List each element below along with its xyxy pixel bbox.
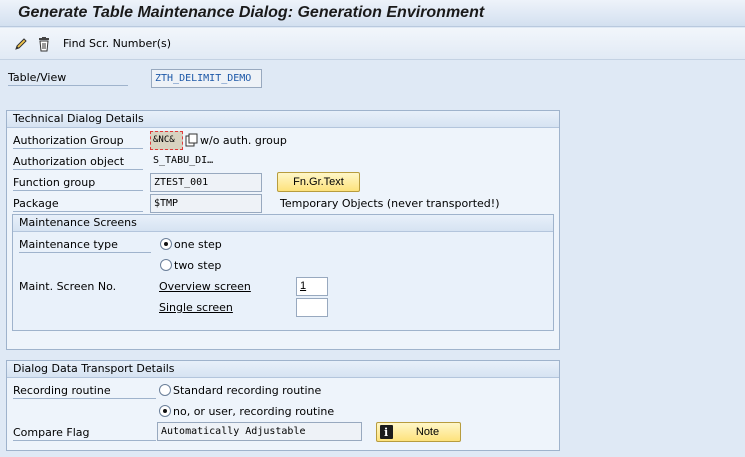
overview-screen-field[interactable]: 1 bbox=[296, 277, 328, 296]
table-view-field[interactable]: ZTH_DELIMIT_DEMO bbox=[151, 69, 262, 88]
function-group-text-button[interactable]: Fn.Gr.Text bbox=[277, 172, 360, 192]
info-icon: i bbox=[380, 425, 393, 439]
maintenance-screens-header: Maintenance Screens bbox=[13, 215, 553, 232]
compare-flag-field[interactable]: Automatically Adjustable bbox=[157, 422, 362, 441]
application-toolbar: Find Scr. Number(s) bbox=[0, 28, 745, 60]
window-title: Generate Table Maintenance Dialog: Gener… bbox=[18, 4, 485, 21]
recording-routine-label: Recording routine bbox=[13, 384, 156, 399]
title-bar: Generate Table Maintenance Dialog: Gener… bbox=[0, 0, 745, 27]
package-field[interactable]: $TMP bbox=[150, 194, 262, 213]
standard-recording-label[interactable]: Standard recording routine bbox=[173, 384, 321, 397]
user-recording-label[interactable]: no, or user, recording routine bbox=[173, 405, 334, 418]
authorization-group-description: w/o auth. group bbox=[200, 134, 287, 147]
authorization-group-label: Authorization Group bbox=[13, 134, 143, 149]
single-screen-field[interactable] bbox=[296, 298, 328, 317]
authorization-object-value: S_TABU_DI… bbox=[153, 155, 214, 166]
transport-details-header: Dialog Data Transport Details bbox=[7, 361, 559, 378]
svg-text:i: i bbox=[384, 426, 388, 439]
function-group-label: Function group bbox=[13, 176, 143, 191]
note-button-label: Note bbox=[415, 426, 440, 438]
copy-icon[interactable] bbox=[185, 133, 198, 147]
maintenance-screens-group: Maintenance Screens bbox=[12, 214, 554, 331]
maint-screen-no-label: Maint. Screen No. bbox=[19, 280, 117, 293]
find-screen-numbers-button[interactable]: Find Scr. Number(s) bbox=[63, 37, 171, 50]
table-view-label: Table/View bbox=[8, 71, 128, 86]
two-step-label[interactable]: two step bbox=[174, 259, 221, 272]
trash-icon[interactable] bbox=[36, 36, 52, 52]
authorization-object-label: Authorization object bbox=[13, 155, 143, 170]
function-group-field[interactable]: ZTEST_001 bbox=[150, 173, 262, 192]
single-screen-link[interactable]: Single screen bbox=[159, 301, 233, 314]
package-description: Temporary Objects (never transported!) bbox=[280, 197, 500, 210]
pencil-icon[interactable] bbox=[13, 36, 29, 52]
one-step-radio[interactable] bbox=[160, 238, 172, 250]
note-button[interactable]: i Note bbox=[376, 422, 461, 442]
standard-recording-radio[interactable] bbox=[159, 384, 171, 396]
authorization-group-field[interactable]: &NC& bbox=[150, 131, 183, 150]
package-label: Package bbox=[13, 197, 143, 212]
one-step-label[interactable]: one step bbox=[174, 238, 222, 251]
overview-screen-link[interactable]: Overview screen bbox=[159, 280, 251, 293]
technical-dialog-details-header: Technical Dialog Details bbox=[7, 111, 559, 128]
compare-flag-label: Compare Flag bbox=[13, 426, 156, 441]
maintenance-type-label: Maintenance type bbox=[19, 238, 151, 253]
two-step-radio[interactable] bbox=[160, 259, 172, 271]
user-recording-radio[interactable] bbox=[159, 405, 171, 417]
